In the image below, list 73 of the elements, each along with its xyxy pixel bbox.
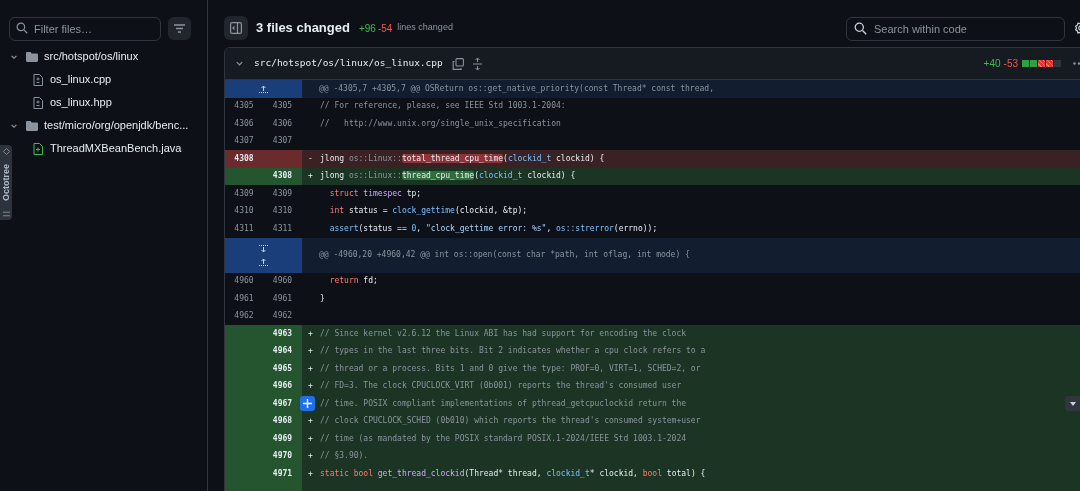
- lines-changed-label: lines changed: [397, 21, 453, 35]
- folder-item[interactable]: test/micro/org/openjdk/benc...: [44, 117, 189, 134]
- line-menu-button[interactable]: [1065, 396, 1080, 411]
- copy-icon[interactable]: [451, 57, 464, 70]
- gutter-cell: [263, 150, 302, 168]
- folder-icon: [26, 51, 38, 62]
- hunk-header: @@ -4305,7 +4305,7 @@ OSReturn os::get_native_priority(const Thread* const thread,: [302, 80, 1080, 98]
- extension-tab[interactable]: Octotree: [0, 145, 12, 220]
- folder-item[interactable]: src/hotspot/os/linux: [44, 48, 139, 65]
- line-number: 4971: [263, 465, 302, 483]
- code-line: assert(status == 0, "clock_gettime error: %s", os::strerror(errno));: [328, 222, 658, 235]
- code-line: // http://www.unix.org/single_unix_specification: [320, 117, 561, 130]
- code-line: jlong os::Linux::total_thread_cpu_time(clockid_t clockid) {: [320, 152, 605, 165]
- diamond-icon: [2, 148, 10, 155]
- code-line: return fd;: [328, 275, 378, 288]
- code-line: int status = clock_gettime(clockid, &tp);: [328, 205, 528, 218]
- diff-marker: +: [308, 467, 313, 480]
- code-line: jlong os::Linux::thread_cpu_time(clockid_t clockid) {: [320, 170, 576, 183]
- expand-all-icon[interactable]: [472, 57, 482, 70]
- add-comment-button[interactable]: [300, 396, 315, 411]
- diff-marker: -: [308, 152, 313, 165]
- line-number: 4969: [263, 430, 302, 448]
- plus-icon: [303, 399, 312, 408]
- code-line: // thread or a process. Bits 1 and 0 give the type: PROF=0, VIRT=1, SCHED=2, or: [320, 362, 701, 375]
- code-line: }: [320, 292, 325, 305]
- diff-marker: +: [308, 380, 313, 393]
- diff-marker: +: [308, 362, 313, 375]
- code-line: static bool get_thread_clockid(Thread* thread, clockid_t* clockid, bool total) {: [320, 467, 706, 480]
- line-number: 4308: [225, 150, 263, 168]
- deletions-count: -54: [377, 21, 393, 36]
- expand-up-icon[interactable]: [259, 257, 268, 266]
- code-line: // time. POSIX compliant implementations of pthread_getcpuclockid return the: [320, 397, 687, 410]
- additions-count: +96: [358, 21, 376, 36]
- diff-marker: +: [308, 170, 313, 183]
- line-number: 4965: [263, 360, 302, 378]
- code-line: // FD=3. The clock CPUCLOCK_VIRT (0b001) reports the thread's consumed user: [320, 380, 682, 393]
- sidebar-toggle-button[interactable]: [224, 16, 248, 40]
- search-icon: [16, 22, 28, 34]
- expand-up-icon[interactable]: [259, 84, 268, 93]
- diff-marker: +: [308, 327, 313, 340]
- diff-marker: +: [308, 432, 313, 445]
- filter-field[interactable]: Filter files…: [9, 17, 161, 41]
- diff-marker: +: [308, 415, 313, 428]
- line-number: 4963: [263, 325, 302, 343]
- menu-icon: [2, 211, 10, 217]
- file-item[interactable]: os_linux.cpp: [50, 71, 112, 88]
- file-path: src/hotspot/os/linux/os_linux.cpp: [254, 56, 443, 71]
- deletions-count: -53: [1003, 57, 1018, 71]
- chevron-icon[interactable]: [235, 59, 244, 68]
- diff-marker: +: [308, 345, 313, 358]
- sidebar-icon: [230, 22, 242, 34]
- file-item[interactable]: ThreadMXBeanBench.java: [50, 140, 182, 157]
- code-line: // clock CPUCLOCK_SCHED (0b010) which reports the thread's consumed system+user: [320, 415, 701, 428]
- code-search-field[interactable]: Search within code: [846, 17, 1065, 41]
- extension-label: Octotree: [1, 164, 11, 202]
- code-line: // Since kernel v2.6.12 the Linux ABI has had support for encoding the clock: [320, 327, 687, 340]
- expand-down-icon[interactable]: [259, 244, 268, 253]
- diff-marker: +: [308, 450, 313, 463]
- hunk-header: @@ -4960,20 +4960,42 @@ int os::open(const char *path, int oflag, int mode) {: [302, 237, 1080, 273]
- line-number: 4967: [263, 395, 302, 413]
- filter-button[interactable]: [168, 16, 191, 40]
- caret-icon: [1070, 401, 1076, 406]
- code-line: // For reference, please, see IEEE Std 1003.1-2004:: [320, 100, 566, 113]
- code-line: // §3.90).: [320, 450, 369, 463]
- page-title: 3 files changed: [256, 19, 350, 38]
- folder-icon: [26, 120, 38, 131]
- file-item[interactable]: os_linux.hpp: [50, 94, 112, 111]
- code-line: // time (as mandated by the POSIX standard POSIX.1-2024/IEEE Std 1003.1-2024: [320, 432, 687, 445]
- additions-count: +40: [983, 57, 1001, 71]
- filter-icon: [174, 23, 185, 33]
- code-line: struct timespec tp;: [328, 187, 422, 200]
- code-line: // types in the last three bits. Bit 2 indicates whether a cpu clock refers to a: [320, 345, 706, 358]
- search-icon: [854, 22, 867, 35]
